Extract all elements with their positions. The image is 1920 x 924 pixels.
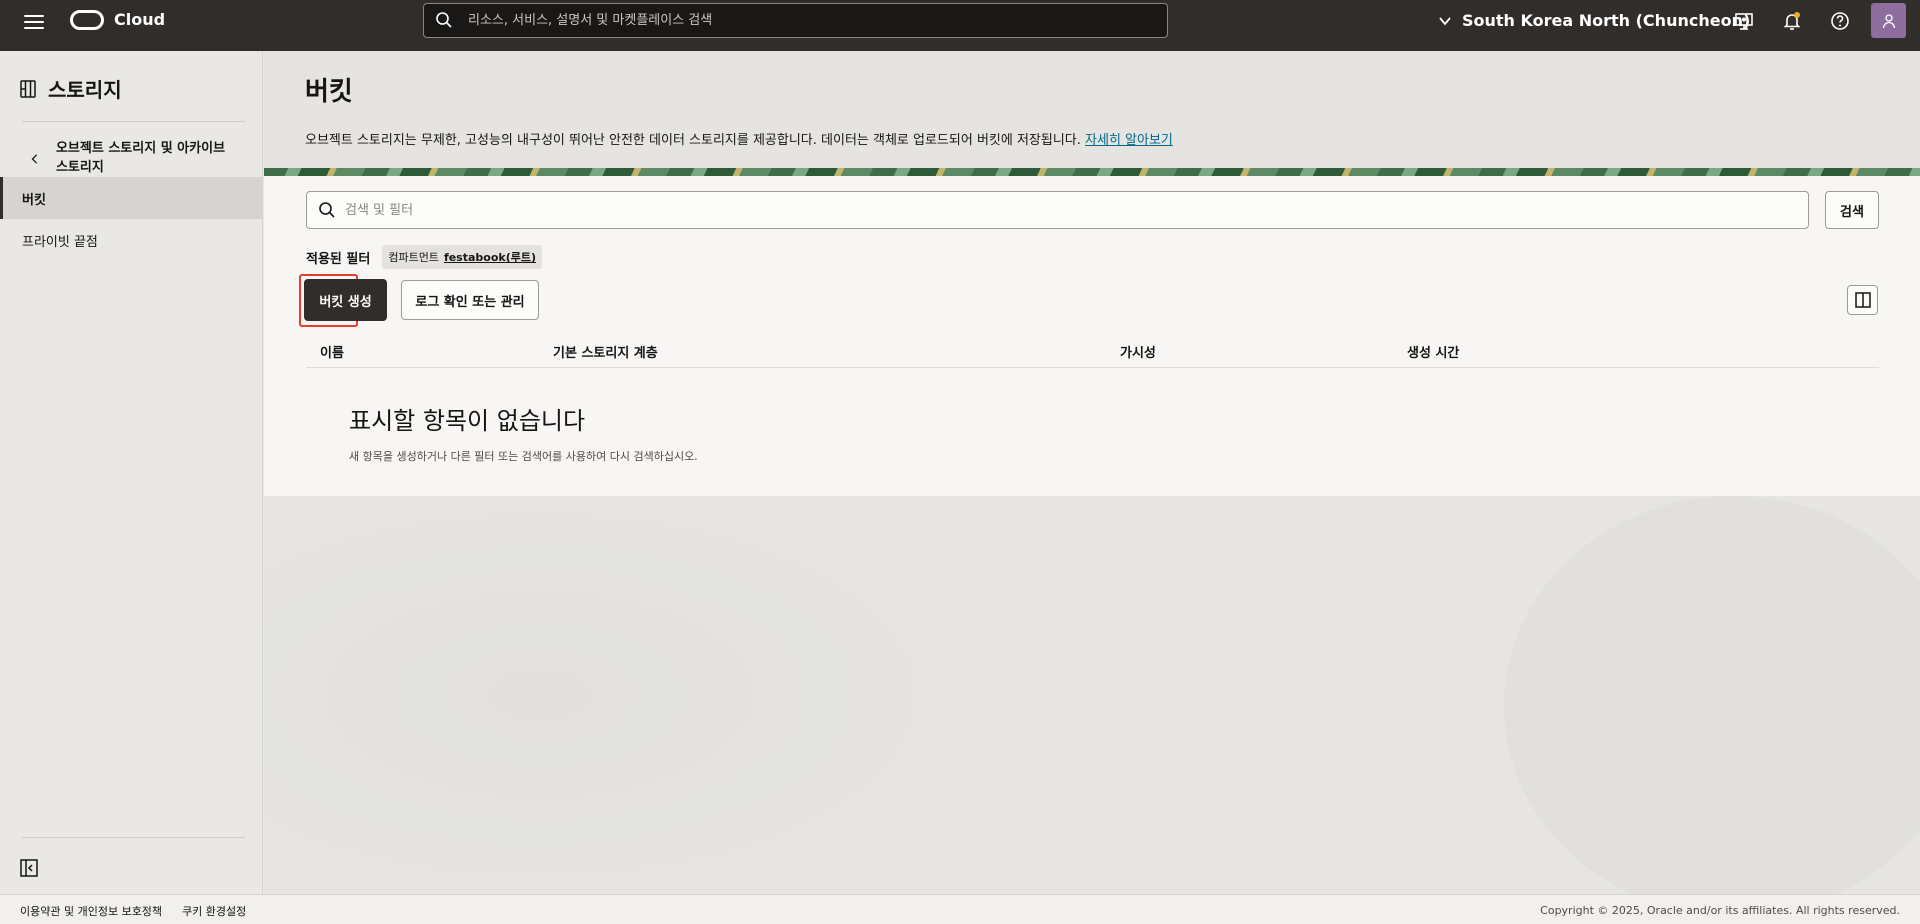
divider <box>22 837 245 838</box>
columns-icon <box>1854 292 1871 308</box>
global-search-input[interactable] <box>468 4 1148 37</box>
page-title: 버킷 <box>305 77 353 107</box>
sidebar: 스토리지 오브젝트 스토리지 및 아카이브 스토리지 버킷 프라이빗 끝점 <box>0 51 263 894</box>
column-header-name[interactable]: 이름 <box>320 342 344 361</box>
compartment-filter-chip[interactable]: 컴파트먼트 festabook(루트) <box>382 245 543 269</box>
empty-state-title: 표시할 항목이 없습니다 <box>349 407 586 435</box>
chip-value[interactable]: festabook(루트) <box>444 249 536 265</box>
bell-icon[interactable] <box>1782 11 1802 31</box>
back-to-object-storage[interactable]: 오브젝트 스토리지 및 아카이브 스토리지 <box>30 139 240 177</box>
filter-search-input[interactable] <box>345 192 1785 228</box>
applied-filters: 적용된 필터 컴파트먼트 festabook(루트) <box>306 245 543 269</box>
empty-state-description: 새 항목을 생성하거나 다른 필터 또는 검색어를 사용하여 다시 검색하십시오… <box>349 450 698 463</box>
collapse-sidebar-icon[interactable] <box>20 859 38 877</box>
buckets-panel: 검색 적용된 필터 컴파트먼트 festabook(루트) 버킷 생성 로그 확… <box>264 176 1920 496</box>
page-description: 오브젝트 스토리지는 무제한, 고성능의 내구성이 뛰어난 안전한 데이터 스토… <box>305 129 1173 148</box>
description-text: 오브젝트 스토리지는 무제한, 고성능의 내구성이 뛰어난 안전한 데이터 스토… <box>305 133 1081 148</box>
search-icon <box>319 202 335 218</box>
sidebar-item-label: 프라이빗 끝점 <box>22 234 98 250</box>
divider <box>22 121 245 122</box>
top-navigation-bar: Cloud South Korea North (Chuncheon) <box>0 0 1920 51</box>
back-label: 오브젝트 스토리지 및 아카이브 스토리지 <box>55 141 226 175</box>
console-icon[interactable] <box>1734 11 1754 31</box>
background-texture <box>264 496 954 894</box>
sidebar-item-buckets[interactable]: 버킷 <box>0 177 263 219</box>
main-content: 버킷 오브젝트 스토리지는 무제한, 고성능의 내구성이 뛰어난 안전한 데이터… <box>264 51 1920 894</box>
page-header: 버킷 오브젝트 스토리지는 무제한, 고성능의 내구성이 뛰어난 안전한 데이터… <box>264 51 1920 168</box>
user-avatar[interactable] <box>1871 3 1906 38</box>
column-header-created[interactable]: 생성 시간 <box>1407 342 1459 361</box>
global-search[interactable] <box>423 3 1168 38</box>
manage-logs-button[interactable]: 로그 확인 또는 관리 <box>401 280 539 320</box>
decorative-banner <box>264 168 1920 176</box>
table-header: 이름 기본 스토리지 계층 가시성 생성 시간 <box>306 328 1879 368</box>
region-selector[interactable]: South Korea North (Chuncheon) <box>1438 11 1750 30</box>
column-header-storage-tier[interactable]: 기본 스토리지 계층 <box>553 342 658 361</box>
footer-links: 이용약관 및 개인정보 보호정책 쿠키 환경설정 <box>20 903 246 919</box>
column-header-visibility[interactable]: 가시성 <box>1120 342 1156 361</box>
create-bucket-button[interactable]: 버킷 생성 <box>304 279 387 321</box>
background-shape <box>1504 496 1920 894</box>
cloud-logo[interactable] <box>70 10 104 30</box>
help-icon[interactable] <box>1830 11 1850 31</box>
background-area <box>264 496 1920 894</box>
search-icon <box>436 12 452 28</box>
hamburger-icon[interactable] <box>24 13 44 31</box>
sidebar-title-label: 스토리지 <box>48 78 122 102</box>
copyright: Copyright © 2025, Oracle and/or its affi… <box>1540 904 1900 917</box>
search-button[interactable]: 검색 <box>1825 191 1879 229</box>
storage-icon <box>20 79 36 98</box>
user-icon <box>1882 13 1895 28</box>
chevron-down-icon <box>1439 16 1451 25</box>
learn-more-link[interactable]: 자세히 알아보기 <box>1085 133 1173 148</box>
filter-search[interactable] <box>306 191 1809 229</box>
region-label: South Korea North (Chuncheon) <box>1462 11 1751 30</box>
footer: 이용약관 및 개인정보 보호정책 쿠키 환경설정 Copyright © 202… <box>0 894 1920 924</box>
column-settings-button[interactable] <box>1847 285 1878 315</box>
brand-label[interactable]: Cloud <box>114 10 165 29</box>
applied-filters-label: 적용된 필터 <box>306 251 371 267</box>
chip-label: 컴파트먼트 <box>388 251 439 264</box>
sidebar-item-label: 버킷 <box>22 192 46 208</box>
sidebar-item-private-endpoints[interactable]: 프라이빗 끝점 <box>0 219 263 261</box>
terms-privacy-link[interactable]: 이용약관 및 개인정보 보호정책 <box>20 903 162 919</box>
sidebar-title: 스토리지 <box>20 74 122 103</box>
chevron-left-icon <box>31 154 38 164</box>
cookie-preferences-link[interactable]: 쿠키 환경설정 <box>182 903 246 919</box>
